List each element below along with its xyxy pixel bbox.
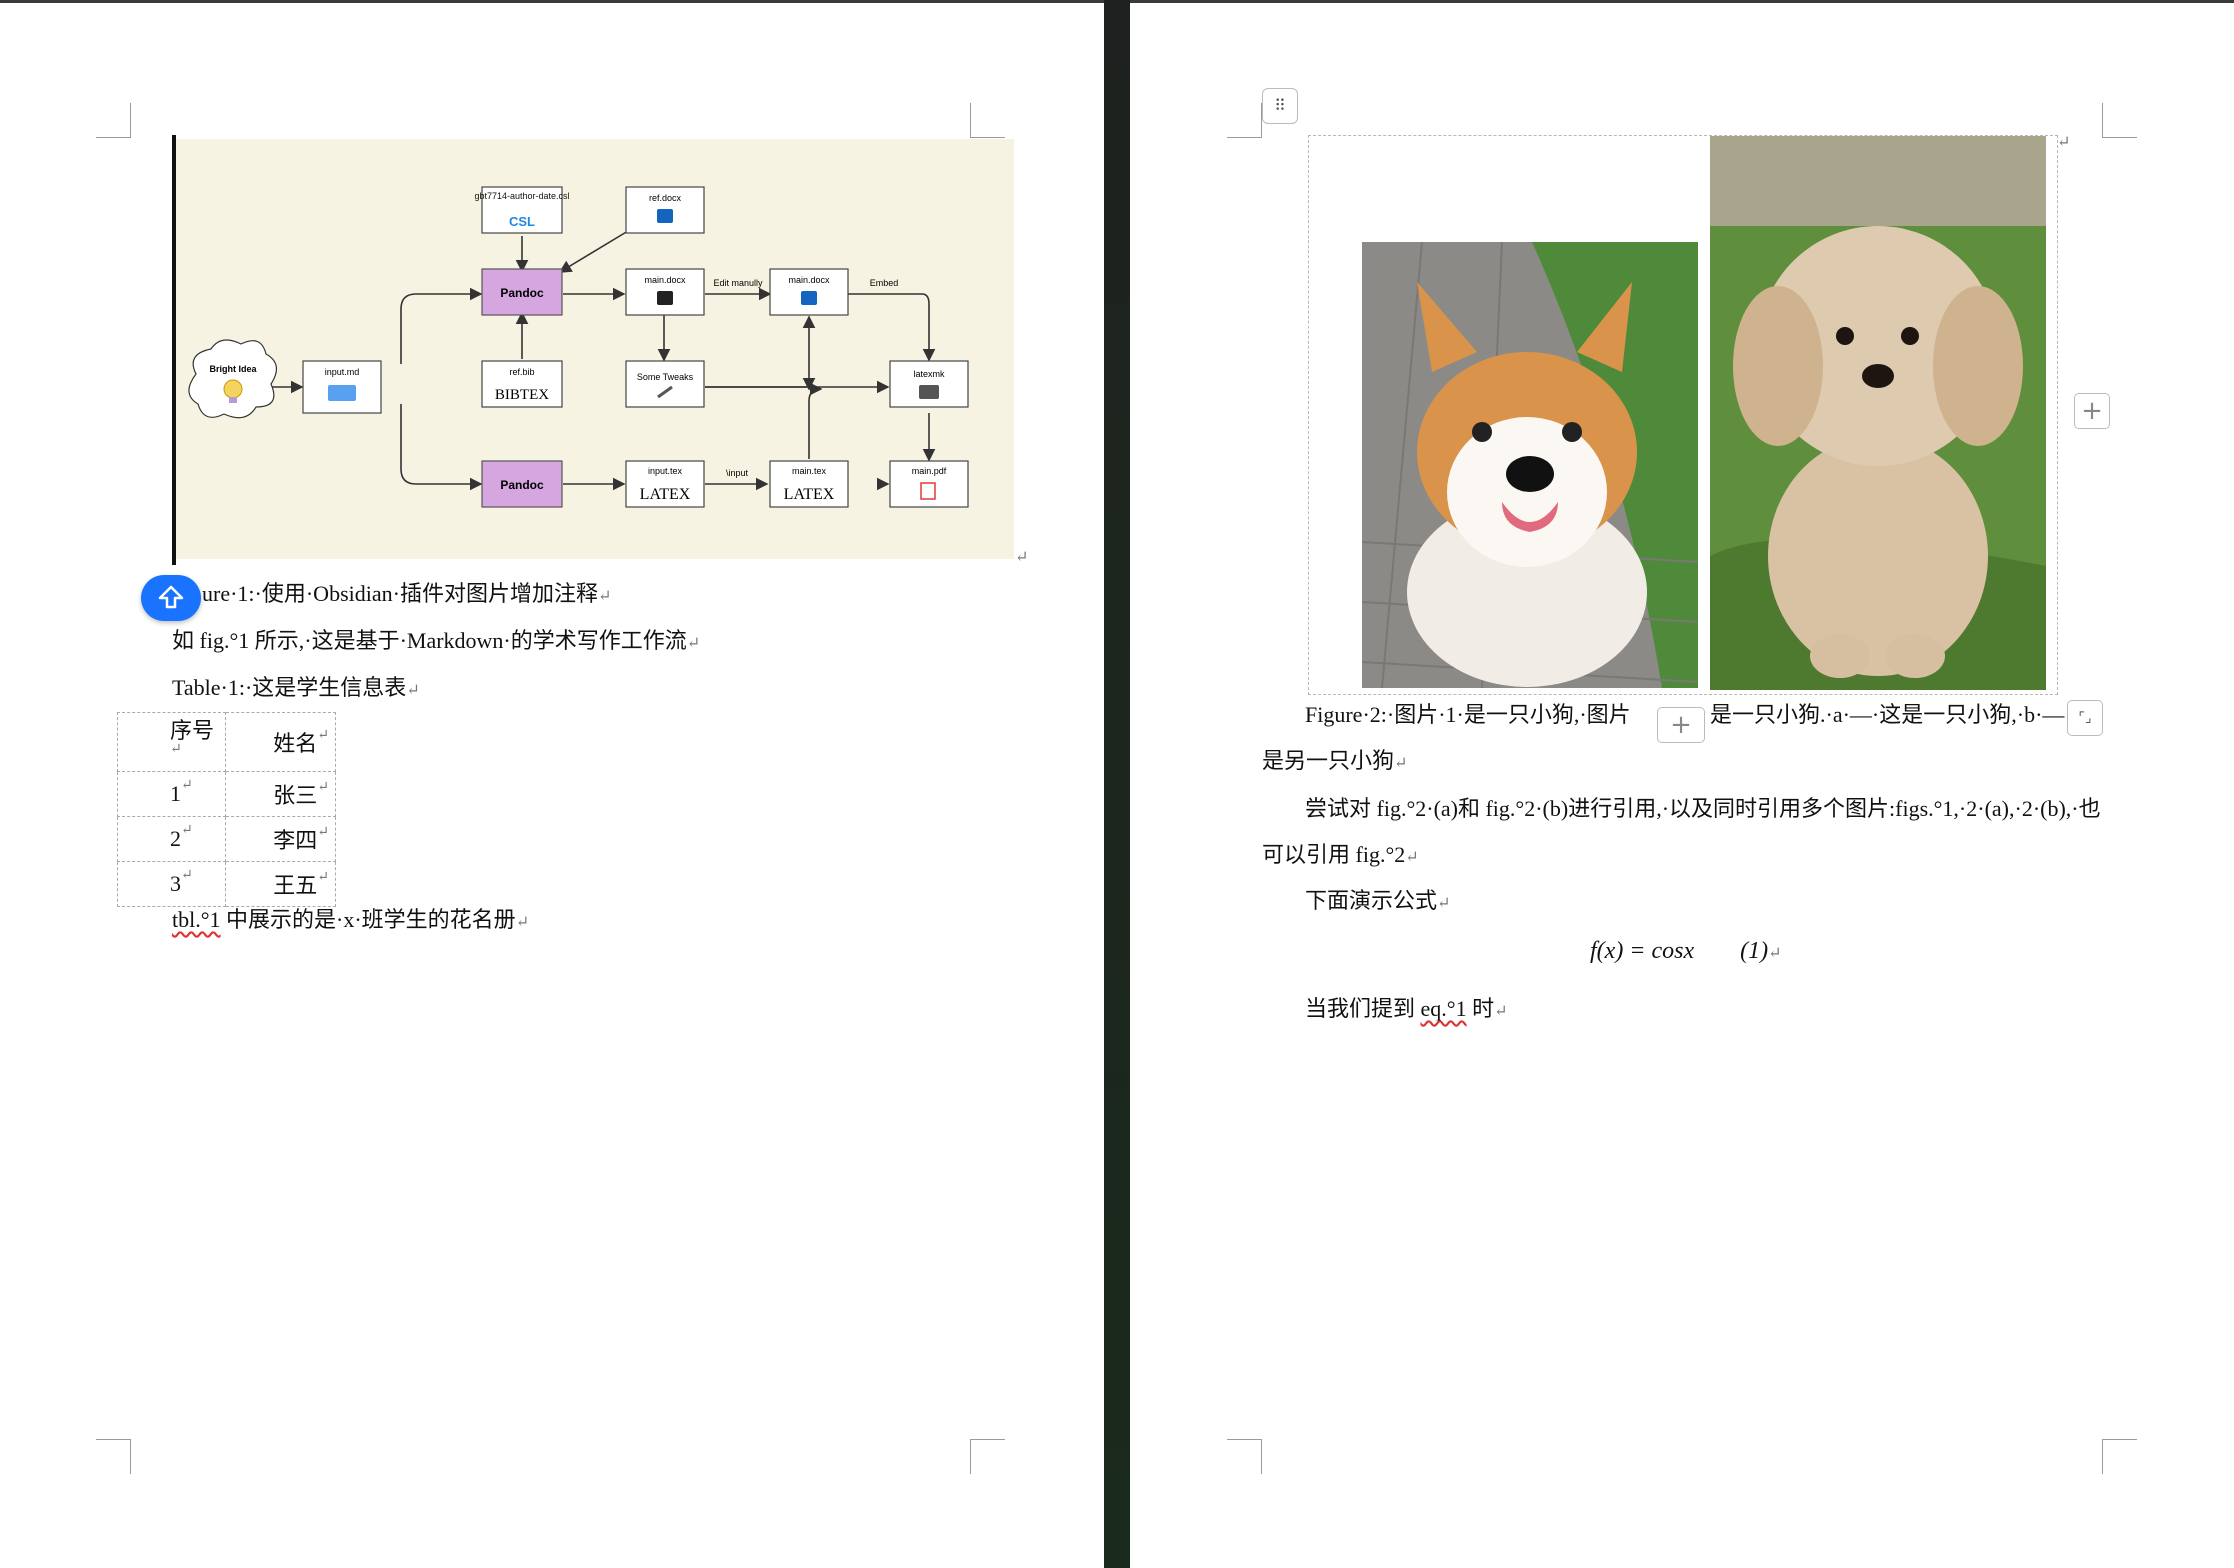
node-some-tweaks: Some Tweaks [637,372,694,382]
corgi-photo[interactable] [1362,242,1698,688]
node-main-docx-2: main.docx [788,275,830,285]
table-cell[interactable]: 李四↵ [225,816,336,862]
body-paragraph-4[interactable]: 下面演示公式↵ [1305,886,1450,919]
figure2-caption-line1b[interactable]: 是一只小狗.·a·—·这是一只小狗,·b·— [1710,700,2064,730]
body-paragraph-5[interactable]: 当我们提到 eq.°1 时↵ [1305,994,1508,1027]
page-gutter [1104,0,1130,1568]
page-left: gbt7714-author-date.csl CSL ref.docx Pan… [0,3,1104,1568]
body-paragraph-1[interactable]: 如 fig.°1 所示,·这是基于·Markdown·的学术写作工作流↵ [172,626,700,659]
crop-mark-top-left [96,103,131,138]
node-main-tex: main.tex [792,466,827,476]
table-row: 2↵ 李四↵ [117,816,336,862]
figure1-caption[interactable]: ure·1:·使用·Obsidian·插件对图片增加注释↵ [202,579,611,612]
crop-mark-bottom-right [970,1439,1005,1474]
drag-grip-icon: ⠿ [1274,98,1286,115]
body-paragraph-3-cont[interactable]: 可以引用 fig.°2↵ [1262,840,1419,873]
table-reference[interactable]: tbl.°1 [172,907,221,932]
resize-icon: ⌜⌟ [2078,710,2092,726]
table-row: 1↵ 张三↵ [117,771,336,817]
table-cell[interactable]: 3↵ [117,861,226,907]
node-input-md: input.md [325,367,360,377]
node-refdocx-label: ref.docx [649,193,682,203]
workflow-diagram-image[interactable]: gbt7714-author-date.csl CSL ref.docx Pan… [176,139,1014,559]
node-bright-idea: Bright Idea [209,364,257,374]
poodle-photo[interactable] [1710,136,2046,690]
latex-logo-1: LATEX [640,486,691,503]
csl-logo: CSL [509,214,535,229]
node-main-pdf: main.pdf [912,466,947,476]
table-caption[interactable]: Table·1:·这是学生信息表↵ [172,673,420,706]
latex-logo-2: LATEX [784,486,835,503]
node-main-docx-1: main.docx [644,275,686,285]
equation-number: (1) [1740,938,1769,964]
crop-mark-top-left [1227,103,1262,138]
crop-mark-bottom-left [96,1439,131,1474]
table-cell[interactable]: 张三↵ [225,771,336,817]
crop-mark-bottom-left [1227,1439,1262,1474]
bibtex-logo: BIBTEX [495,387,549,403]
edge-embed: Embed [870,278,899,288]
add-content-button[interactable]: + [2074,393,2110,429]
body-paragraph-3[interactable]: 尝试对 fig.°2·(a)和 fig.°2·(b)进行引用,·以及同时引用多个… [1305,794,2101,824]
node-pandoc-bottom: Pandoc [500,478,544,492]
paragraph-mark: ↵ [2057,134,2071,151]
node-ref-bib: ref.bib [509,367,534,377]
student-table[interactable]: 序号↵ 姓名↵ 1↵ 张三↵ 2↵ 李四↵ 3↵ 王五↵ [117,712,336,907]
figure2-caption-line2[interactable]: 是另一只小狗↵ [1262,746,1407,779]
upload-float-button[interactable] [141,575,201,621]
crop-mark-top-right [2102,103,2137,138]
table-header-cell[interactable]: 序号↵ [117,712,226,772]
body-paragraph-2[interactable]: tbl.°1 中展示的是·x·班学生的花名册↵ [172,905,529,938]
crop-mark-bottom-right [2102,1439,2137,1474]
equation-1[interactable]: f(x) = cosx (1)↵ [1590,938,1782,965]
add-content-button[interactable]: + [1657,707,1705,743]
plus-icon: + [1670,710,1692,740]
resize-handle[interactable]: ⌜⌟ [2067,700,2103,736]
node-latexmk: latexmk [913,369,945,379]
equation-reference[interactable]: eq.°1 [1421,996,1467,1021]
equation-body: f(x) = cosx [1590,938,1695,964]
edge-input: \input [726,468,749,478]
table-move-handle[interactable]: ⠿ [1262,88,1298,124]
table-cell[interactable]: 2↵ [117,816,226,862]
table-header-cell[interactable]: 姓名↵ [225,712,336,772]
node-pandoc-top: Pandoc [500,286,544,300]
table-row: 3↵ 王五↵ [117,861,336,907]
plus-icon: + [2081,396,2103,426]
paragraph-mark: ↵ [1015,549,1029,566]
node-csl-label: gbt7714-author-date.csl [474,191,569,201]
table-cell[interactable]: 王五↵ [225,861,336,907]
figure2-caption-line1[interactable]: Figure·2:·图片·1·是一只小狗,·图片 [1305,700,1631,730]
crop-mark-top-right [970,103,1005,138]
edge-edit-manually: Edit manully [713,278,763,288]
upload-arrow-icon [158,585,184,609]
table-cell[interactable]: 1↵ [117,771,226,817]
node-input-tex: input.tex [648,466,683,476]
table-header-row: 序号↵ 姓名↵ [117,712,336,772]
